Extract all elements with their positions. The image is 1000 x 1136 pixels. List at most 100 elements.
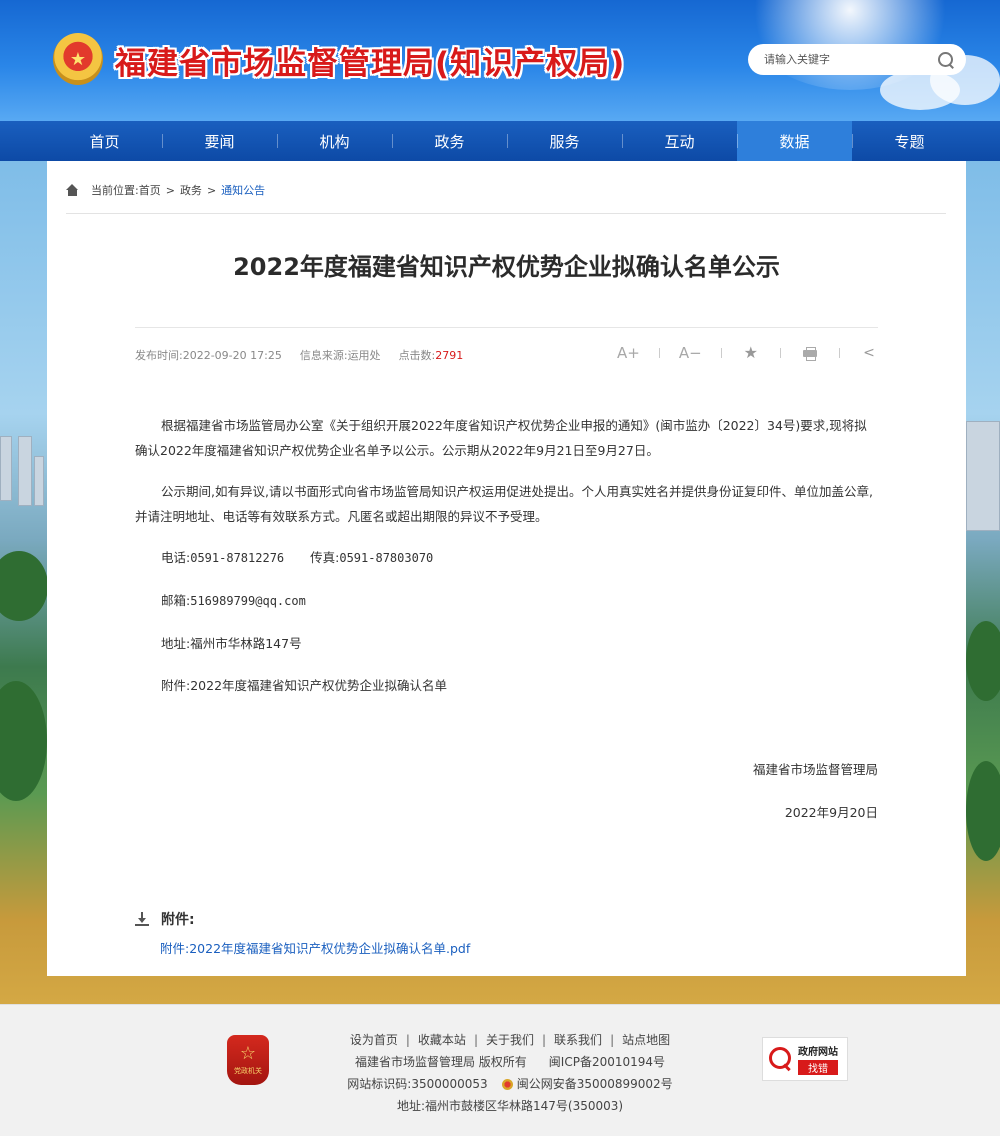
fax-value: 0591-87803070: [339, 551, 434, 565]
tool-divider: [779, 347, 781, 358]
footer-copyright-row: 福建省市场监督管理局 版权所有 闽ICP备20010194号: [300, 1051, 720, 1073]
hit-count: 点击数:2791: [399, 347, 464, 363]
party-emblem-icon: ☆: [239, 1043, 257, 1064]
breadcrumb-item-notices[interactable]: 通知公告: [221, 182, 265, 198]
contact-phone-fax: 电话:0591-87812276 传真:0591-87803070: [135, 545, 879, 571]
font-smaller-button[interactable]: A−: [679, 344, 702, 362]
nav-item-services[interactable]: 服务: [507, 121, 622, 161]
footer-ids-row: 网站标识码:3500000053 闽公网安备35000899002号: [300, 1073, 720, 1095]
favorite-star-icon[interactable]: ★: [741, 343, 761, 362]
attachment-note-label: 附件:: [161, 678, 191, 693]
nav-item-organization[interactable]: 机构: [277, 121, 392, 161]
link-separator: |: [405, 1033, 410, 1047]
magnifier-icon: [768, 1046, 794, 1072]
link-separator: |: [610, 1033, 615, 1047]
search-box: [748, 44, 966, 75]
site-title[interactable]: 福建省市场监督管理局(知识产权局): [115, 38, 625, 83]
link-separator: |: [542, 1033, 547, 1047]
address-value: 福州市华林路147号: [190, 636, 302, 651]
hit-count-label: 点击数:: [398, 349, 436, 362]
article-meta: 发布时间:2022-09-20 17:25 信息来源:运用处 点击数:2791: [135, 347, 481, 363]
footer-links: 设为首页 | 收藏本站 | 关于我们 | 联系我们 | 站点地图: [300, 1029, 720, 1051]
footer-link-about[interactable]: 关于我们: [486, 1033, 534, 1047]
info-source-value: 运用处: [347, 349, 381, 362]
publish-time: 发布时间:2022-09-20 17:25: [135, 347, 282, 363]
nav-item-home[interactable]: 首页: [47, 121, 162, 161]
main-nav: 首页 要闻 机构 政务 服务 互动 数据 专题: [0, 121, 1000, 161]
contact-email: 邮箱:516989799@qq.com: [135, 588, 879, 614]
breadcrumb-separator: >: [206, 183, 217, 197]
tool-divider: [658, 347, 660, 358]
footer-link-bookmark[interactable]: 收藏本站: [418, 1033, 466, 1047]
search-input[interactable]: [764, 53, 936, 66]
party-government-badge[interactable]: ☆ 党政机关: [227, 1035, 269, 1085]
attachments-heading-label: 附件:: [161, 912, 195, 928]
nav-item-news[interactable]: 要闻: [162, 121, 277, 161]
print-button[interactable]: [800, 346, 820, 361]
breadcrumb-prefix: 当前位置:: [91, 184, 139, 197]
gov-badge-line1: 政府网站: [798, 1047, 838, 1058]
tree: [0, 681, 47, 801]
gov-badge-text: 政府网站 找错: [798, 1043, 838, 1075]
info-source-label: 信息来源:: [299, 349, 348, 362]
nav-item-topics[interactable]: 专题: [852, 121, 967, 161]
print-icon: [802, 346, 817, 361]
signature-date: 2022年9月20日: [784, 805, 878, 820]
site-header: ★ 福建省市场监督管理局(知识产权局): [0, 0, 1000, 121]
link-separator: |: [473, 1033, 478, 1047]
nav-item-data[interactable]: 数据: [737, 121, 852, 161]
footer-link-sitemap[interactable]: 站点地图: [622, 1033, 670, 1047]
fax-label: 传真:: [310, 550, 340, 565]
divider: [135, 327, 878, 328]
signature-org: 福建省市场监督管理局: [752, 762, 878, 777]
download-icon: [135, 912, 149, 926]
site-footer: ☆ 党政机关 设为首页 | 收藏本站 | 关于我们 | 联系我们 | 站点地图 福建省市场监督管…: [0, 1004, 1000, 1136]
party-badge-label: 党政机关: [234, 1067, 262, 1075]
email-value: 516989799@qq.com: [190, 594, 306, 608]
article-card: 当前位置: 首页 > 政务 > 通知公告 2022年度福建省知识产权优势企业拟确…: [47, 161, 966, 976]
breadcrumb-separator: >: [165, 183, 175, 197]
building: [18, 436, 32, 506]
nav-item-interaction[interactable]: 互动: [622, 121, 737, 161]
attachment-note: 附件:2022年度福建省知识产权优势企业拟确认名单: [135, 673, 879, 698]
nav-item-government-affairs[interactable]: 政务: [392, 121, 507, 161]
email-label: 邮箱:: [161, 593, 191, 608]
gov-badge-line2: 找错: [798, 1060, 838, 1075]
attachment-link[interactable]: 附件:2022年度福建省知识产权优势企业拟确认名单.pdf: [160, 938, 470, 957]
divider: [66, 213, 946, 214]
footer-address: 地址:福州市鼓楼区华林路147号(350003): [396, 1099, 624, 1113]
footer-info: 设为首页 | 收藏本站 | 关于我们 | 联系我们 | 站点地图 福建省市场监督管理局 版权所有…: [300, 1029, 720, 1117]
phone-label: 电话:: [161, 550, 191, 565]
tool-divider: [720, 347, 722, 358]
share-icon[interactable]: <: [859, 345, 879, 361]
breadcrumb-item-home[interactable]: 首页: [139, 182, 161, 198]
building: [966, 421, 1000, 531]
footer-link-set-homepage[interactable]: 设为首页: [350, 1033, 398, 1047]
breadcrumb: 当前位置: 首页 > 政务 > 通知公告: [66, 182, 265, 198]
home-icon: [66, 184, 79, 196]
breadcrumb-item-government-affairs[interactable]: 政务: [180, 182, 202, 198]
phone-value: 0591-87812276: [190, 551, 285, 565]
police-badge-icon: [501, 1079, 513, 1090]
article-tools: A+ A− ★ <: [617, 343, 879, 362]
address-label: 地址:: [161, 636, 191, 651]
footer-copyright: 福建省市场监督管理局 版权所有: [354, 1055, 527, 1069]
tree: [966, 621, 1000, 701]
building: [34, 456, 44, 506]
publish-time-value: 2022-09-20 17:25: [182, 349, 282, 362]
search-icon[interactable]: [936, 50, 956, 70]
info-source: 信息来源:运用处: [300, 347, 381, 363]
article-paragraph: 根据福建省市场监管局办公室《关于组织开展2022年度省知识产权优势企业申报的通知…: [135, 418, 867, 458]
footer-icp[interactable]: 闽ICP备20010194号: [549, 1055, 665, 1069]
police-emblem-icon: ★: [53, 33, 103, 85]
tool-divider: [838, 347, 840, 358]
article-body: 根据福建省市场监管局办公室《关于组织开展2022年度省知识产权优势企业申报的通知…: [135, 413, 879, 715]
building: [0, 436, 12, 501]
tree: [0, 551, 48, 621]
font-larger-button[interactable]: A+: [617, 344, 640, 362]
gov-website-error-report-badge[interactable]: 政府网站 找错: [762, 1037, 848, 1081]
footer-police-record[interactable]: 闽公网安备35000899002号: [517, 1077, 673, 1091]
attachment-note-value: 2022年度福建省知识产权优势企业拟确认名单: [190, 678, 448, 693]
footer-link-contact[interactable]: 联系我们: [554, 1033, 602, 1047]
footer-site-id: 网站标识码:3500000053: [347, 1077, 488, 1091]
